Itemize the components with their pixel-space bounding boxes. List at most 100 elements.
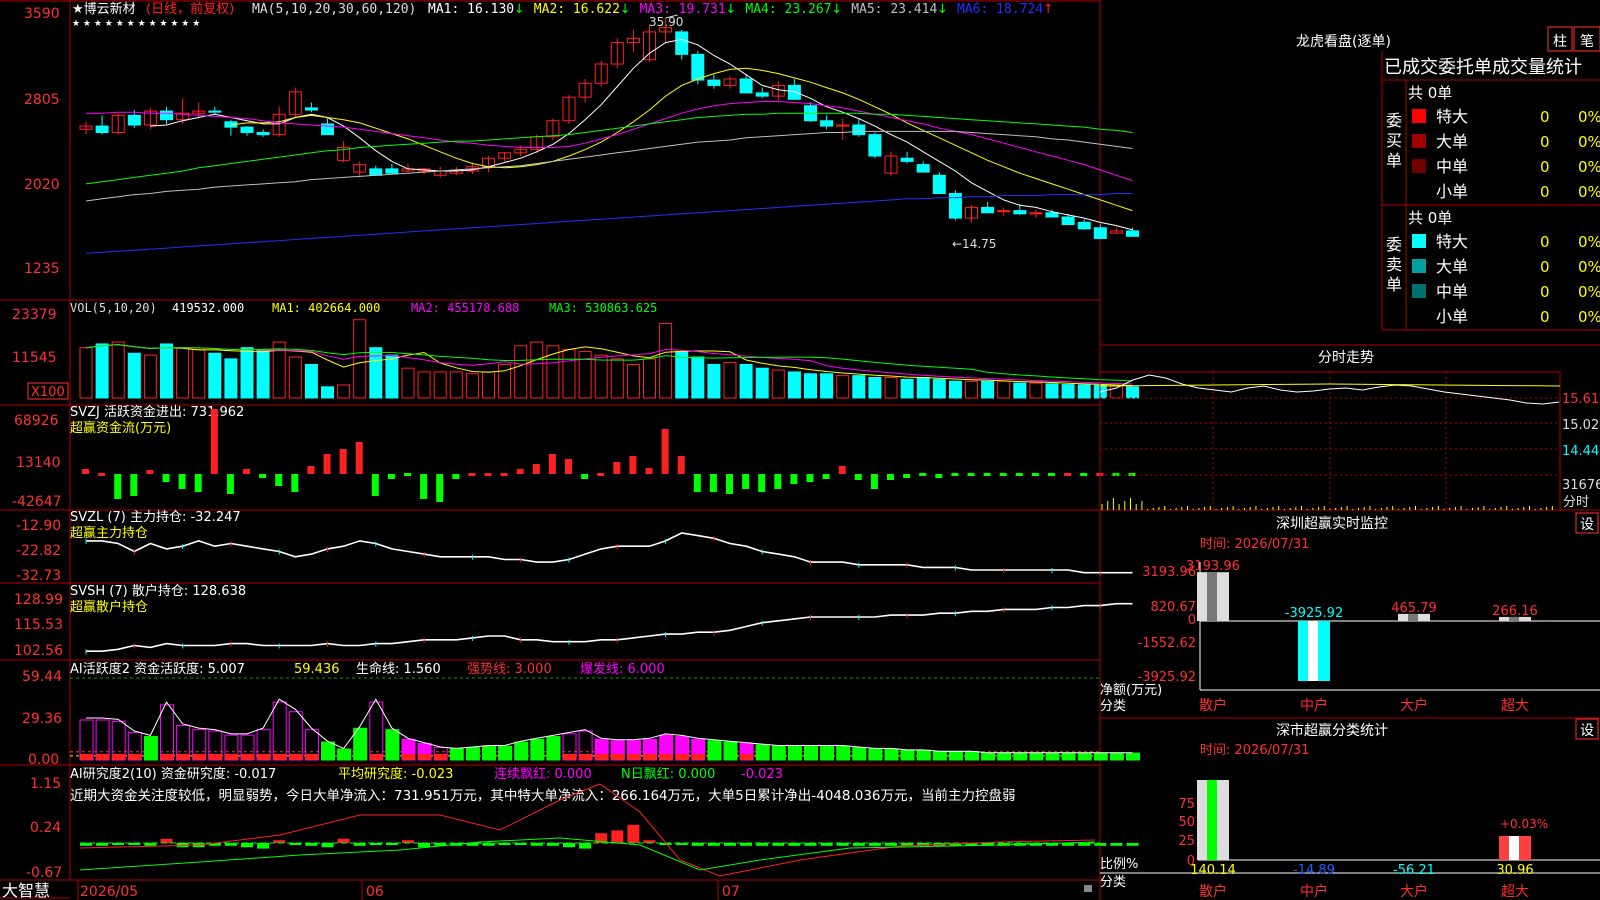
volume-bar — [1126, 386, 1139, 399]
flow-bar — [581, 474, 589, 479]
candle-body — [691, 53, 705, 81]
flow-dash — [1064, 473, 1072, 476]
y-tick-svsh-0: 128.99 — [14, 592, 63, 608]
volume-bar — [224, 358, 238, 399]
class-bar-label-0: 140.14 — [1190, 863, 1236, 878]
candlestick-chart[interactable] — [79, 14, 1139, 254]
monitor-bar-shade-1 — [1308, 621, 1318, 681]
class-y-tick-0: 75 — [1178, 797, 1195, 812]
lock-icon[interactable] — [1084, 885, 1092, 892]
flow-dash — [500, 473, 508, 476]
class-bar-shade-3 — [1509, 836, 1519, 860]
flow-bar — [387, 474, 395, 479]
ai-yanjiu-summary: 近期大资金关注度较低，明显弱势，今日大单净流入：731.951万元，其中特大单净… — [70, 787, 1016, 804]
candle-body — [820, 120, 834, 127]
volume-bar — [884, 377, 898, 399]
flow-bar — [243, 469, 250, 474]
y-tick-svzj-1: 13140 — [16, 455, 61, 471]
ma-arrow-4: ↓ — [937, 2, 948, 17]
activity-bar — [755, 744, 770, 761]
flow-bar — [613, 462, 621, 474]
flow-dash — [983, 473, 991, 476]
sell-label-char: 委 — [1386, 235, 1402, 254]
flow-bar — [130, 474, 138, 496]
activity-base — [595, 754, 609, 760]
volume-bar — [900, 378, 914, 399]
class-y-tick-2: 25 — [1178, 834, 1195, 849]
activity-base — [112, 754, 126, 760]
svsh-title: SVSH (7) 散户持仓: 128.638 — [70, 583, 246, 599]
y-tick-svzl-1: -22.82 — [16, 543, 61, 559]
intraday-avg-line — [1099, 383, 1561, 387]
monitor-bar-label-1: -3925.92 — [1285, 606, 1343, 621]
intraday-y-0: 15.61 — [1562, 392, 1599, 407]
candle-body — [369, 168, 383, 176]
flow-bar — [806, 474, 814, 482]
flow-bar — [532, 464, 540, 474]
flow-bar — [903, 474, 911, 478]
volume-bar — [675, 350, 689, 399]
svzl-header: SVZL (7) 主力持仓: -32.247 超赢主力持仓 -12.90 -22… — [16, 510, 241, 584]
intraday-chart[interactable] — [1099, 371, 1561, 511]
flow-bar — [774, 474, 782, 489]
y-tick-ai1-2: 0.00 — [28, 752, 59, 768]
activity-base — [176, 754, 190, 760]
candle-body — [981, 206, 995, 214]
volume-bar — [594, 354, 608, 399]
class-cat-0: 散户 — [1199, 883, 1227, 900]
high-label: 35.90 — [649, 15, 683, 29]
class-bar-label-3: 30.96 — [1496, 863, 1533, 878]
flow-dash — [1080, 473, 1088, 476]
volume-bar — [304, 363, 318, 399]
stock-name[interactable]: ★博云新材 — [72, 1, 136, 17]
activity-bar — [514, 741, 529, 761]
flow-bar — [661, 429, 669, 474]
date-label-2: 07 — [722, 884, 740, 900]
ma-line-2 — [230, 67, 1133, 212]
candle-body — [916, 164, 930, 173]
class-bar-label-1: -14.89 — [1293, 863, 1335, 878]
svzj-subtitle: 超赢资金流(万元) — [70, 420, 171, 436]
flow-bar — [854, 474, 862, 480]
activity-base — [80, 754, 93, 760]
buy-pct-0: 0% — [1578, 108, 1600, 126]
monitor-cat-2: 大户 — [1400, 697, 1428, 714]
intraday-y-3: 31676 — [1562, 478, 1600, 493]
activity-base — [241, 754, 254, 760]
research-bar — [627, 824, 640, 843]
sell-pct-3: 0% — [1578, 308, 1600, 326]
volume-bar — [530, 341, 544, 399]
flow-bar — [162, 474, 170, 482]
flow-bar — [565, 459, 572, 474]
research-bar — [1110, 843, 1123, 846]
y-tick-svzj-0: 68926 — [14, 413, 59, 429]
buy-swatch-2 — [1412, 159, 1426, 173]
y-tick-kline-1: 2805 — [24, 92, 60, 108]
sell-total: 共 0单 — [1408, 209, 1452, 227]
activity-base — [369, 754, 383, 760]
class-pct: +0.03% — [1500, 817, 1548, 831]
buy-pct-2: 0% — [1578, 158, 1600, 176]
sell-value-3: 0 — [1540, 308, 1550, 326]
sell-swatch-0 — [1412, 234, 1426, 248]
activity-base — [659, 754, 673, 760]
ma-legend: MA1: 16.130 ↓ MA2: 16.622 ↓ MA3: 19.731 ↓ MA4:… — [428, 2, 1054, 17]
flow-dash — [404, 473, 411, 476]
candle-body — [900, 157, 914, 162]
volume-bar — [449, 371, 463, 399]
activity-bar — [465, 747, 480, 761]
volume-bar — [804, 373, 817, 399]
candle-body — [1045, 212, 1059, 218]
kline-mode: (日线，前复权) — [146, 1, 234, 17]
svsh-header: SVSH (7) 散户持仓: 128.638 超赢散户持仓 128.99 115… — [14, 583, 246, 659]
activity-bar — [1077, 752, 1092, 761]
ma-value-4: MA5: 23.414 — [851, 2, 937, 17]
buy-value-0: 0 — [1540, 108, 1550, 126]
svzj-header: SVZJ 活跃资金进出: 731.962 超赢资金流(万元) 68926 131… — [12, 404, 244, 510]
research-bar — [337, 838, 350, 843]
activity-bar — [1013, 752, 1028, 761]
flow-bar — [548, 454, 556, 474]
vol-ma3: MA3: 530863.625 — [549, 301, 657, 315]
brand-label[interactable]: 大智慧 — [2, 881, 50, 900]
ma-params: MA(5,10,20,30,60,120) — [252, 2, 416, 17]
